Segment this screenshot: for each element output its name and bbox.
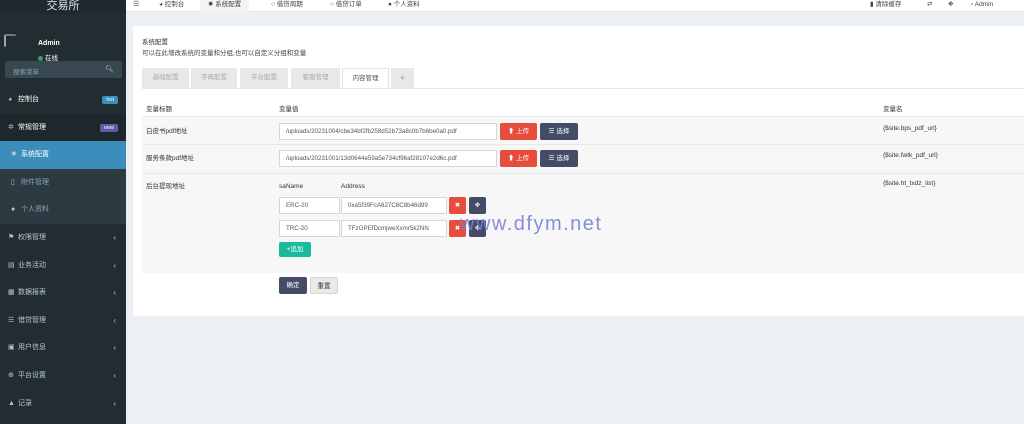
chevron-left-icon: ‹: [113, 288, 116, 298]
chevron-left-icon: ‹: [113, 315, 116, 325]
chevron-left-icon: ‹: [113, 398, 116, 408]
tab-divider: [142, 88, 1024, 89]
sidebar-item-reports[interactable]: ▦ 数据报表 ‹: [0, 279, 126, 307]
add-tab-icon[interactable]: +: [391, 68, 414, 88]
list-icon: ☰: [8, 316, 15, 324]
chevron-left-icon: ‹: [113, 343, 116, 353]
chevron-left-icon: ‹: [113, 370, 116, 380]
upload-button[interactable]: ⬆ 上传: [500, 150, 537, 167]
sidebar: 交易所 Admin 在线 搜索菜单 🔍︎ ◕ 控制台 hot ✲ 常规管理 new ✹ 系…: [0, 0, 126, 424]
row-divider: [142, 116, 1024, 117]
tab-loan-period[interactable]: ○ 借贷周期: [271, 0, 303, 12]
sidebar-item-user-info[interactable]: ▣ 用户信息 ‹: [0, 334, 126, 362]
sidebar-item-records[interactable]: ▲ 记录 ‹: [0, 390, 126, 418]
tab-dashboard[interactable]: ◕ 控制台: [159, 0, 184, 12]
globe-icon: ⊕: [8, 371, 14, 379]
upload-button[interactable]: ⬆ 上传: [500, 123, 537, 140]
sidebar-item-general[interactable]: ✲ 常规管理 new: [0, 113, 126, 142]
sa-name-input[interactable]: TRC-20: [279, 220, 340, 237]
append-button[interactable]: +追加: [279, 242, 311, 257]
tab-customer-service[interactable]: 客服管理: [291, 68, 340, 88]
row-title-withdraw: 后台提现地址: [146, 183, 185, 190]
menu-toggle-icon[interactable]: ☰: [133, 0, 139, 12]
whitepaper-url-input[interactable]: /uploads/20231004/cbe34bf2fb258d52b73a8c…: [279, 123, 497, 140]
row-divider: [142, 144, 1024, 145]
sidebar-item-profile[interactable]: ● 个人资料: [0, 196, 126, 224]
search-input[interactable]: 搜索菜单 🔍︎: [5, 61, 122, 78]
tab-dict-config[interactable]: 字典配置: [191, 68, 237, 88]
language-icon[interactable]: ⇄: [927, 0, 932, 12]
column-header-name: 变量名: [883, 106, 903, 113]
sidebar-item-attachments[interactable]: ▯ 附件管理: [0, 168, 126, 197]
chart-icon: ▤: [8, 261, 15, 269]
tab-loan-orders[interactable]: ○ 借贷订单: [330, 0, 362, 12]
user-icon: ●: [11, 206, 16, 214]
page-title: 系统配置: [142, 39, 168, 46]
tab-system-config[interactable]: ✹ 系统配置: [200, 0, 250, 12]
file-icon: ▯: [11, 178, 15, 186]
page-subtitle: 可以在此增改系统的变量和分组,也可以自定义分组和变量: [142, 50, 307, 57]
dashboard-icon: ◕: [8, 96, 13, 103]
group-icon: ⚑: [8, 233, 15, 241]
tab-content-management[interactable]: 内容管理: [342, 68, 389, 88]
tab-profile[interactable]: ● 个人资料: [388, 0, 420, 12]
chevron-left-icon: ‹: [113, 232, 116, 242]
column-header-value: 变量值: [279, 106, 299, 113]
sa-name-input[interactable]: ERC-20: [279, 197, 340, 214]
row-divider: [142, 173, 1024, 174]
clear-cache-button[interactable]: ▮ 清除缓存: [870, 0, 901, 12]
upload-icon: ⬆: [507, 128, 517, 135]
drag-icon[interactable]: ✥: [469, 197, 486, 214]
user-card-icon: ▣: [8, 344, 15, 352]
row-title-whitepaper: 白皮书pdf地址: [146, 128, 188, 135]
address-input[interactable]: TFzGPEfDcmjweXxmr5k2NN: [341, 220, 447, 237]
admin-menu[interactable]: ▫ Admin: [971, 0, 993, 12]
variable-name: {$site.fwtk_pdf_url}: [883, 152, 938, 159]
sidebar-item-loans[interactable]: ☰ 借贷管理 ‹: [0, 307, 126, 335]
app-logo[interactable]: 交易所: [0, 0, 126, 14]
config-rows: [142, 116, 1024, 273]
confirm-button[interactable]: 确定: [279, 277, 307, 294]
sidebar-menu: ◕ 控制台 hot ✲ 常规管理 new ✹ 系统配置 ▯ 附件管理 ● 个人资料 ⚑ 权限管理…: [0, 86, 126, 417]
upload-icon: ⬆: [507, 155, 517, 162]
variable-name: {$site.ht_txdz_list}: [883, 180, 936, 187]
user-panel: Admin 在线: [0, 14, 126, 62]
picture-icon: ▲: [8, 399, 15, 407]
sidebar-item-permissions[interactable]: ⚑ 权限管理 ‹: [0, 224, 126, 252]
tab-platform-config[interactable]: 平台配置: [240, 68, 288, 88]
avatar: [4, 34, 16, 47]
search-placeholder: 搜索菜单: [13, 69, 39, 76]
user-name: Admin: [38, 40, 60, 47]
terms-url-input[interactable]: /uploads/20231001/13d0644e59a5e734cf96af…: [279, 150, 497, 167]
cog-icon: ✹: [11, 151, 17, 159]
sidebar-item-business[interactable]: ▤ 业务活动 ‹: [0, 252, 126, 280]
cogs-icon: ✲: [8, 123, 14, 131]
hot-badge: hot: [102, 96, 118, 104]
column-header-title: 变量标题: [146, 106, 172, 113]
sidebar-item-dashboard[interactable]: ◕ 控制台 hot: [0, 86, 126, 114]
select-button[interactable]: ☰ 选择: [540, 150, 578, 167]
select-button[interactable]: ☰ 选择: [540, 123, 578, 140]
variable-name: {$site.bps_pdf_url}: [883, 125, 937, 132]
config-panel: 系统配置 可以在此增改系统的变量和分组,也可以自定义分组和变量 基础配置 字典配…: [133, 26, 1024, 316]
column-sa-name: saName: [279, 183, 304, 190]
top-navbar: ☰ ◕ 控制台 ✹ 系统配置 ○ 借贷周期 ○ 借贷订单 ● 个人资料 ▮ 清除…: [126, 0, 1024, 12]
chevron-left-icon: ‹: [113, 260, 116, 270]
column-address: Address: [341, 183, 365, 190]
report-icon: ▦: [8, 289, 15, 297]
search-icon[interactable]: 🔍︎: [105, 65, 114, 73]
address-input[interactable]: 0xa5f39FcA627C8C8b46d99: [341, 197, 447, 214]
tab-basic-config[interactable]: 基础配置: [142, 68, 189, 88]
fullscreen-icon[interactable]: ✥: [948, 0, 953, 12]
reset-button[interactable]: 重置: [310, 277, 338, 294]
sidebar-item-platform[interactable]: ⊕ 平台设置 ‹: [0, 362, 126, 390]
new-badge: new: [99, 123, 118, 132]
remove-icon[interactable]: ✖: [449, 197, 466, 214]
watermark: www.dfym.net: [460, 213, 603, 235]
row-title-terms: 服务条款pdf地址: [146, 155, 195, 162]
online-dot-icon: [38, 55, 43, 61]
sidebar-item-system-config[interactable]: ✹ 系统配置: [0, 141, 126, 169]
